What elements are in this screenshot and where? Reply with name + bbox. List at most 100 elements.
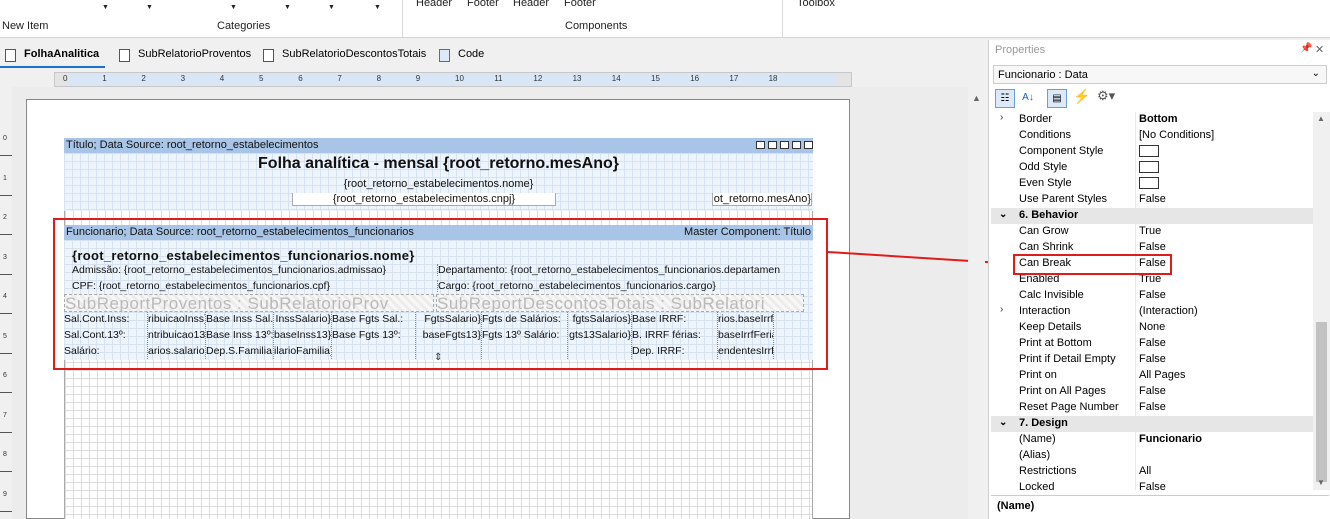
property-value[interactable] <box>1139 161 1159 174</box>
property-row[interactable]: Component Style <box>991 144 1313 160</box>
property-value[interactable]: False <box>1139 241 1166 253</box>
pin-icon[interactable]: 📌 <box>1300 43 1312 54</box>
report-title-text[interactable]: Folha analítica - mensal {root_retorno.m… <box>64 155 813 173</box>
column-divider <box>1135 224 1136 240</box>
band-icon[interactable] <box>804 141 813 149</box>
property-category[interactable]: ⌄ 6. Behavior <box>991 208 1313 224</box>
scroll-up-icon[interactable]: ▲ <box>1317 114 1325 123</box>
property-row[interactable]: Locked False <box>991 480 1313 490</box>
property-value[interactable] <box>1139 177 1159 190</box>
property-row[interactable]: Use Parent Styles False <box>991 192 1313 208</box>
property-row[interactable]: › Border Bottom <box>991 112 1313 128</box>
property-row[interactable]: Reset Page Number False <box>991 400 1313 416</box>
property-name: Can Shrink <box>1019 241 1074 253</box>
chevron-down-icon[interactable]: ▼ <box>328 4 335 11</box>
header-button-2[interactable]: Header <box>513 0 549 9</box>
column-divider <box>1135 192 1136 208</box>
chevron-down-icon[interactable]: ▼ <box>230 4 237 11</box>
property-value[interactable]: False <box>1139 401 1166 413</box>
document-tabs: FolhaAnalitica SubRelatorioProventos Sub… <box>0 40 985 72</box>
property-value[interactable]: None <box>1139 321 1165 333</box>
property-row[interactable]: Print on All Pages <box>991 368 1313 384</box>
property-value[interactable]: False <box>1139 289 1166 301</box>
property-row[interactable]: Restrictions All <box>991 464 1313 480</box>
property-value[interactable]: [No Conditions] <box>1139 129 1214 141</box>
expand-icon[interactable]: › <box>1000 112 1003 123</box>
properties-view-icon[interactable]: ▤ <box>1047 89 1067 108</box>
property-row[interactable]: Print if Detail Empty False <box>991 352 1313 368</box>
footer-button-2[interactable]: Footer <box>564 0 596 9</box>
events-icon[interactable]: ⚡ <box>1073 88 1090 107</box>
column-divider <box>1135 368 1136 384</box>
property-row[interactable]: Calc Invisible False <box>991 288 1313 304</box>
canvas-vertical-scrollbar[interactable]: ▲ <box>968 87 985 519</box>
tab-code[interactable]: Code <box>434 46 490 68</box>
toolbox-button[interactable]: Toolbox <box>797 0 835 9</box>
chevron-down-icon[interactable]: ▼ <box>374 4 381 11</box>
title-band-header[interactable]: Título; Data Source: root_retorno_estabe… <box>64 138 813 153</box>
band-icon[interactable] <box>792 141 801 149</box>
style-swatch[interactable] <box>1139 145 1159 158</box>
chevron-down-icon[interactable]: ⌄ <box>999 417 1007 428</box>
property-row[interactable]: Odd Style <box>991 160 1313 176</box>
band-icon[interactable] <box>768 141 777 149</box>
property-category[interactable]: ⌄ 7. Design <box>991 416 1313 432</box>
chevron-down-icon[interactable]: ⌄ <box>1312 68 1320 79</box>
scroll-down-icon[interactable]: ▼ <box>1317 478 1325 487</box>
property-row[interactable]: Print at Bottom False <box>991 336 1313 352</box>
chevron-down-icon[interactable]: ▼ <box>146 4 153 11</box>
property-row[interactable]: Keep Details None <box>991 320 1313 336</box>
property-name: Use Parent Styles <box>1019 193 1108 205</box>
gear-icon[interactable]: ⚙▾ <box>1097 88 1127 107</box>
band-icon[interactable] <box>780 141 789 149</box>
property-value[interactable]: False <box>1139 353 1166 365</box>
header-button[interactable]: Header <box>416 0 452 9</box>
property-value[interactable]: Funcionario <box>1139 433 1202 445</box>
property-value[interactable]: All <box>1139 465 1151 477</box>
property-name: Keep Details <box>1019 321 1082 333</box>
band-icon[interactable] <box>756 141 765 149</box>
close-icon[interactable]: ✕ <box>1315 43 1324 56</box>
property-value[interactable]: False <box>1139 193 1166 205</box>
scrollbar-thumb[interactable] <box>1316 322 1327 482</box>
estabelecimento-cnpj-field[interactable]: {root_retorno_estabelecimentos.cnpj} <box>292 193 556 206</box>
tab-sub-relatorio-proventos[interactable]: SubRelatorioProventos <box>114 46 257 68</box>
property-value[interactable] <box>1139 145 1159 158</box>
property-value[interactable]: All Pages <box>1139 369 1185 381</box>
chevron-down-icon[interactable]: ▼ <box>102 4 109 11</box>
property-value[interactable]: Bottom <box>1139 113 1178 125</box>
property-row[interactable]: Print on All Pages False <box>991 384 1313 400</box>
style-swatch[interactable] <box>1139 177 1159 190</box>
object-selector[interactable]: Funcionario : Data ⌄ <box>993 65 1327 84</box>
property-row[interactable]: › Interaction (Interaction) <box>991 304 1313 320</box>
property-value[interactable]: True <box>1139 225 1161 237</box>
property-row[interactable]: (Alias) <box>991 448 1313 464</box>
property-value[interactable]: False <box>1139 385 1166 397</box>
categorized-icon[interactable]: ☷ <box>995 89 1015 108</box>
scroll-up-icon[interactable]: ▲ <box>972 93 981 103</box>
ruler-mark: 3 <box>180 74 186 83</box>
tab-folha-analitica[interactable]: FolhaAnalitica <box>0 46 106 68</box>
tab-sub-relatorio-descontos-totais[interactable]: SubRelatorioDescontosTotais <box>258 46 432 68</box>
property-grid-scrollbar[interactable]: ▲ ▼ <box>1313 112 1330 490</box>
expand-icon[interactable]: › <box>1000 304 1003 315</box>
property-row[interactable]: (Name) Funcionario <box>991 432 1313 448</box>
estabelecimento-nome-field[interactable]: {root_retorno_estabelecimentos.nome} <box>64 178 813 190</box>
vruler-tick <box>0 313 12 314</box>
new-item-label[interactable]: New Item <box>2 20 48 32</box>
sort-alpha-icon[interactable]: A↓ <box>1018 89 1038 108</box>
mes-ano-field[interactable]: ot_retorno.mesAno} <box>712 193 812 206</box>
ruler-mark: 1 <box>102 74 107 83</box>
property-row[interactable]: Even Style <box>991 176 1313 192</box>
chevron-down-icon[interactable]: ⌄ <box>999 209 1007 220</box>
property-value[interactable]: False <box>1139 337 1166 349</box>
column-divider <box>1135 448 1136 464</box>
property-row[interactable]: Can Grow True <box>991 224 1313 240</box>
chevron-down-icon[interactable]: ▼ <box>284 4 291 11</box>
footer-button[interactable]: Footer <box>467 0 499 9</box>
style-swatch[interactable] <box>1139 161 1159 174</box>
property-value[interactable]: False <box>1139 481 1166 490</box>
property-value[interactable]: (Interaction) <box>1139 305 1198 317</box>
property-row[interactable]: Conditions [No Conditions] <box>991 128 1313 144</box>
vruler-tick <box>0 471 12 472</box>
